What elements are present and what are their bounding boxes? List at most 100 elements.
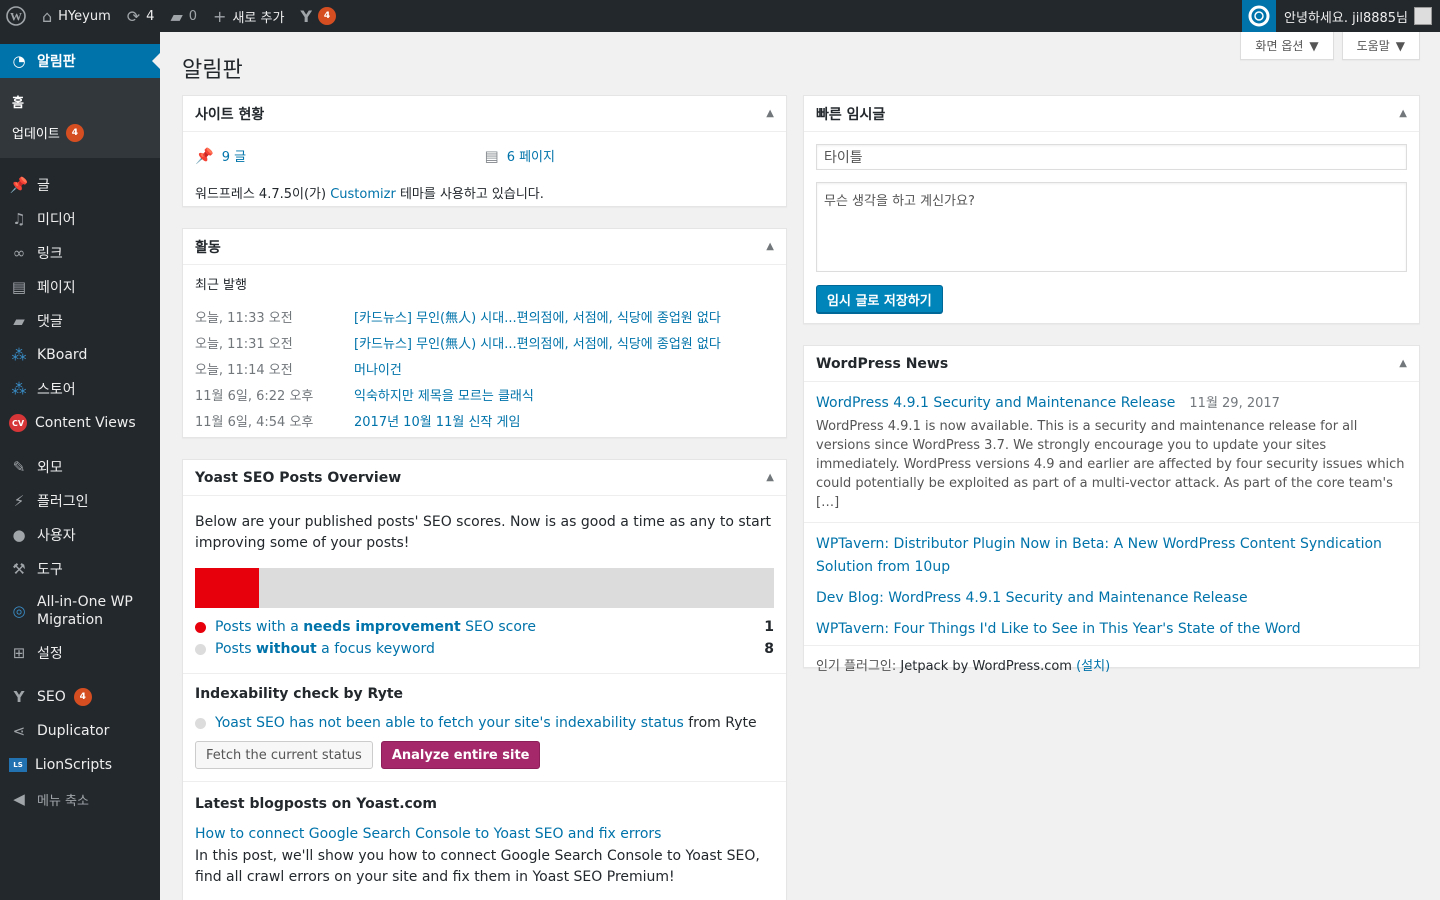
dashboard-submenu: 홈 업데이트 4 (0, 78, 160, 158)
menu-migration[interactable]: ◎ All-in-One WP Migration (0, 586, 160, 636)
activity-time: 오늘, 11:14 오전 (195, 362, 293, 378)
widget-header[interactable]: 활동 ▲ (183, 229, 786, 265)
news-link[interactable]: WPTavern: Four Things I'd Like to See in… (816, 618, 1407, 641)
menu-duplicator[interactable]: ⋖ Duplicator (0, 714, 160, 748)
menu-settings[interactable]: ⊞ 설정 (0, 636, 160, 670)
pages-icon: ▤ (484, 146, 499, 165)
refresh-icon: ⟳ (126, 6, 141, 26)
menu-comments[interactable]: ▰ 댓글 (0, 304, 160, 338)
submenu-updates[interactable]: 업데이트 4 (0, 117, 160, 148)
menu-dashboard[interactable]: ◔ 알림판 (0, 44, 160, 78)
install-plugin-link[interactable]: (설치) (1076, 659, 1110, 674)
activity-post-link[interactable]: [카드뉴스] 무인(無人) 시대...편의점에, 서점에, 식당에 종업원 없다 (354, 307, 721, 326)
collapse-arrow-icon: ◀ (13, 790, 25, 808)
draft-title-placeholder: 타이틀 (824, 150, 863, 166)
yoast-menu[interactable]: Y 4 (292, 0, 344, 32)
news-main-link[interactable]: WordPress 4.9.1 Security and Maintenance… (816, 395, 1175, 411)
activity-row: 오늘, 11:14 오전 머나이건 (195, 355, 774, 381)
comments-menu[interactable]: ▰ 0 (162, 0, 205, 32)
caret-down-icon: ▼ (1309, 38, 1319, 53)
row2-count: 8 (764, 641, 774, 657)
row2-text-a: Posts (215, 641, 257, 657)
settings-sliders-icon: ⊞ (12, 644, 26, 662)
widget-header[interactable]: 사이트 현황 ▲ (183, 96, 786, 132)
my-account-menu[interactable]: 안녕하세요. jil8885님 (1276, 0, 1440, 32)
save-draft-button[interactable]: 임시 글로 저장하기 (816, 285, 943, 313)
wordpress-logo-icon: W (6, 6, 26, 26)
menu-pages-label: 페이지 (37, 280, 76, 296)
menu-appearance[interactable]: ✎ 외모 (0, 450, 160, 484)
yoast-icon: Y (13, 688, 25, 706)
collapse-toggle-icon[interactable]: ▲ (766, 241, 774, 252)
menu-users[interactable]: ● 사용자 (0, 518, 160, 552)
fetch-status-button[interactable]: Fetch the current status (195, 741, 373, 769)
activity-post-link[interactable]: 머나이건 (354, 359, 402, 378)
seo-badge: 4 (73, 688, 92, 706)
help-button[interactable]: 도움말 ▼ (1341, 32, 1420, 60)
analyze-site-button[interactable]: Analyze entire site (380, 741, 541, 769)
widget-header[interactable]: Yoast SEO Posts Overview ▲ (183, 460, 786, 496)
news-link[interactable]: Dev Blog: WordPress 4.9.1 Security and M… (816, 587, 1407, 610)
ryte-status-link[interactable]: Yoast SEO has not been able to fetch you… (215, 715, 684, 731)
comment-bubble-icon: ▰ (170, 6, 183, 26)
popular-plugin-prefix: 인기 플러그인: (816, 659, 901, 674)
new-content-menu[interactable]: + 새로 추가 (205, 0, 292, 32)
screen-options-button[interactable]: 화면 옵션 ▼ (1240, 32, 1334, 60)
draft-title-input[interactable]: 타이틀 (816, 144, 1407, 170)
plugin-icon: ⚡ (13, 492, 25, 510)
needs-improvement-segment[interactable] (195, 568, 259, 608)
post-count-link[interactable]: 📌 9 글 (195, 146, 485, 166)
comment-icon: ▰ (13, 312, 25, 330)
site-name-menu[interactable]: ⌂ HYeyum (34, 0, 119, 32)
updates-menu[interactable]: ⟳ 4 (119, 0, 163, 32)
menu-store[interactable]: ⁂ 스토어 (0, 372, 160, 406)
menu-kboard[interactable]: ⁂ KBoard (0, 338, 160, 372)
widget-header[interactable]: 빠른 임시글 ▲ (804, 96, 1419, 132)
seo-row-no-focus-keyword[interactable]: Posts without a focus keyword 8 (195, 638, 774, 660)
wordpress-logo-menu[interactable]: W (0, 0, 34, 32)
theme-link[interactable]: Customizr (330, 187, 396, 202)
menu-content-views[interactable]: CV Content Views (0, 406, 160, 440)
menu-plugins[interactable]: ⚡ 플러그인 (0, 484, 160, 518)
activity-post-link[interactable]: 익숙하지만 제목을 모르는 클래식 (354, 385, 534, 404)
menu-pages[interactable]: ▤ 페이지 (0, 270, 160, 304)
new-content-label: 새로 추가 (232, 10, 285, 26)
page-title: 알림판 (182, 58, 243, 83)
draft-content-placeholder: 무슨 생각을 하고 계신가요? (824, 194, 975, 209)
updates-badge: 4 (65, 123, 84, 142)
recently-published-heading: 최근 발행 (195, 278, 247, 293)
collapse-toggle-icon[interactable]: ▲ (766, 472, 774, 483)
news-link[interactable]: WPTavern: Distributor Plugin Now in Beta… (816, 533, 1407, 579)
support-ring-button[interactable] (1242, 0, 1277, 32)
menu-tools[interactable]: ⚒ 도구 (0, 552, 160, 586)
yoast-notification-badge: 4 (318, 7, 337, 25)
menu-store-label: 스토어 (37, 382, 76, 398)
grey-dot-icon (195, 717, 206, 729)
collapse-toggle-icon[interactable]: ▲ (1399, 108, 1407, 119)
draft-content-textarea[interactable]: 무슨 생각을 하고 계신가요? (816, 182, 1407, 272)
submenu-home[interactable]: 홈 (0, 86, 160, 117)
collapse-toggle-icon[interactable]: ▲ (1399, 358, 1407, 369)
lifebuoy-icon (1248, 5, 1270, 27)
kboard-icon: ⁂ (11, 346, 27, 364)
menu-seo-label: SEO (37, 689, 66, 705)
activity-post-link[interactable]: 2017년 10월 11월 신작 게임 (354, 411, 520, 430)
menu-links-label: 링크 (37, 246, 63, 262)
wordpress-news-widget: WordPress News ▲ WordPress 4.9.1 Securit… (803, 345, 1420, 674)
collapse-toggle-icon[interactable]: ▲ (766, 108, 774, 119)
menu-seo[interactable]: Y SEO 4 (0, 680, 160, 714)
store-icon: ⁂ (11, 380, 27, 398)
seo-row-needs-improvement[interactable]: Posts with a needs improvement SEO score… (195, 616, 774, 638)
collapse-menu-button[interactable]: ◀ 메뉴 축소 (0, 782, 160, 816)
activity-post-link[interactable]: [카드뉴스] 무인(無人) 시대...편의점에, 서점에, 식당에 종업원 없다 (354, 333, 721, 352)
page-count-link[interactable]: ▤ 6 페이지 (484, 146, 775, 166)
menu-media[interactable]: ♫ 미디어 (0, 202, 160, 236)
howdy-text: 안녕하세요. jil8885님 (1284, 10, 1408, 26)
menu-posts[interactable]: 📌 글 (0, 168, 160, 202)
blogpost-link[interactable]: How to connect Google Search Console to … (195, 826, 774, 842)
home-icon: ⌂ (42, 6, 53, 26)
menu-links[interactable]: ∞ 링크 (0, 236, 160, 270)
menu-tools-label: 도구 (37, 562, 63, 578)
menu-lionscripts[interactable]: LS LionScripts (0, 748, 160, 782)
widget-header[interactable]: WordPress News ▲ (804, 346, 1419, 382)
